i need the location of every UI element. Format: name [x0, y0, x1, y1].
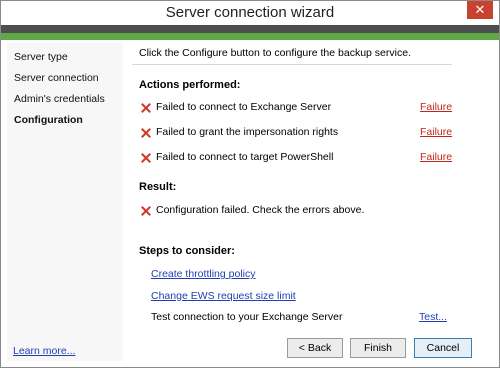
test-connection-label: Test connection to your Exchange Server — [151, 311, 343, 323]
result-heading: Result: — [139, 181, 177, 193]
wizard-window: Server connection wizard ✕ Server type S… — [0, 0, 500, 368]
result-text: Configuration failed. Check the errors a… — [156, 204, 365, 216]
sidebar-item-server-type[interactable]: Server type — [14, 51, 68, 63]
sidebar-item-configuration[interactable]: Configuration — [14, 114, 83, 126]
failure-link[interactable]: Failure — [420, 101, 452, 113]
failure-link[interactable]: Failure — [420, 126, 452, 138]
finish-button[interactable]: Finish — [350, 338, 406, 358]
steps-heading: Steps to consider: — [139, 245, 235, 257]
window-title: Server connection wizard — [165, 4, 335, 21]
create-throttling-policy-link[interactable]: Create throttling policy — [151, 268, 255, 280]
actions-heading: Actions performed: — [139, 79, 241, 91]
error-x-icon — [141, 128, 151, 138]
progress-strip — [1, 33, 499, 40]
main-panel: Click the Configure button to configure … — [132, 43, 494, 361]
sidebar-item-admin-credentials[interactable]: Admin's credentials — [14, 93, 105, 105]
learn-more-link[interactable]: Learn more... — [13, 345, 75, 357]
close-icon: ✕ — [474, 2, 486, 17]
action-item: Failed to connect to target PowerShell — [156, 151, 334, 163]
failure-link[interactable]: Failure — [420, 151, 452, 163]
test-connection-link[interactable]: Test... — [419, 311, 447, 323]
error-x-icon — [141, 103, 151, 113]
divider — [132, 64, 452, 65]
sidebar-item-server-connection[interactable]: Server connection — [14, 72, 99, 84]
action-item: Failed to grant the impersonation rights — [156, 126, 339, 138]
cancel-button[interactable]: Cancel — [414, 338, 472, 358]
close-button[interactable]: ✕ — [467, 1, 493, 19]
change-ews-limit-link[interactable]: Change EWS request size limit — [151, 290, 296, 302]
title-accent-bar — [1, 25, 499, 33]
back-button[interactable]: < Back — [287, 338, 343, 358]
intro-text: Click the Configure button to configure … — [139, 47, 411, 59]
error-x-icon — [141, 206, 151, 216]
error-x-icon — [141, 153, 151, 163]
action-item: Failed to connect to Exchange Server — [156, 101, 332, 113]
title-bar: Server connection wizard ✕ — [1, 1, 499, 25]
wizard-steps-sidebar: Server type Server connection Admin's cr… — [7, 43, 123, 361]
